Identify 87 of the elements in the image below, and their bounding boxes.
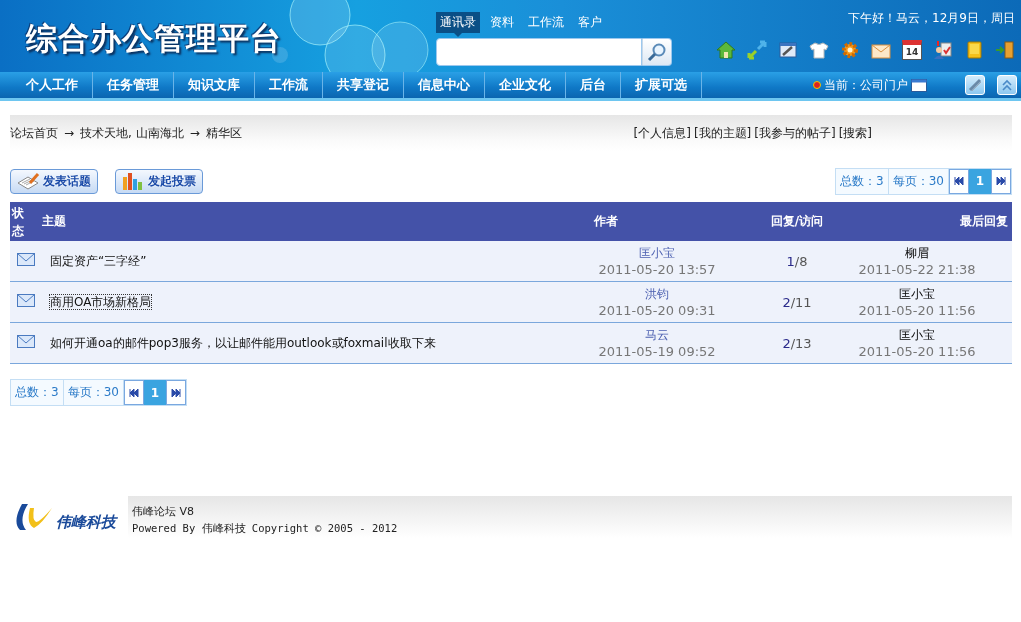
pen-icon <box>968 78 982 92</box>
topic-title-link[interactable]: 固定资产“三字经” <box>50 253 147 268</box>
forum-link[interactable]: [搜索] <box>838 124 872 142</box>
double-chevron-up-icon <box>1000 78 1014 92</box>
calendar-icon[interactable]: 14 <box>902 40 922 60</box>
nav-item[interactable]: 企业文化 <box>485 72 566 98</box>
topic-title-link[interactable]: 商用OA市场新格局 <box>50 294 152 309</box>
breadcrumb-link[interactable]: 精华区 <box>205 124 242 142</box>
app-title: 综合办公管理平台 <box>26 19 282 58</box>
shirt-icon[interactable] <box>809 40 829 60</box>
column-header: 作者 <box>594 214 618 228</box>
author-link[interactable]: 马云 <box>645 328 669 341</box>
exit-door-icon[interactable] <box>995 40 1015 60</box>
reply-count: 1 <box>786 253 795 269</box>
search-icon <box>647 42 667 62</box>
column-header: 最后回复 <box>960 214 1008 228</box>
first-page-icon <box>128 388 139 397</box>
author-link[interactable]: 匡小宝 <box>639 246 675 259</box>
first-page-icon <box>954 177 964 185</box>
last-reply-author: 柳眉 <box>905 246 929 259</box>
collapse-button[interactable] <box>997 75 1017 95</box>
nav-item[interactable]: 任务管理 <box>93 72 174 98</box>
wrench-window-icon[interactable] <box>778 40 798 60</box>
user-document-icon[interactable] <box>933 40 953 60</box>
last-reply-time: 2011-05-22 21:38 <box>858 262 976 276</box>
post-time: 2011-05-20 09:31 <box>598 303 716 317</box>
forum-link[interactable]: [我参与的帖子] <box>754 124 836 142</box>
first-page-button[interactable] <box>123 380 144 405</box>
greeting-text: 下午好！马云，12月9日，周日 <box>848 10 1015 27</box>
nav-item[interactable]: 个人工作 <box>12 72 93 98</box>
last-reply-time: 2011-05-20 11:56 <box>858 303 976 317</box>
visit-count: /11 <box>790 294 812 310</box>
visit-count: /8 <box>794 253 808 269</box>
new-topic-button[interactable]: 发表话题 <box>10 168 98 194</box>
search-button[interactable] <box>642 38 672 66</box>
total-count: 总数：3 <box>836 168 889 194</box>
nav-item[interactable]: 后台 <box>566 72 621 98</box>
current-portal-link[interactable]: 当前：公司门户 <box>824 76 908 94</box>
start-poll-button[interactable]: 发起投票 <box>115 168 203 194</box>
window-icon[interactable] <box>911 78 927 92</box>
home-icon[interactable] <box>716 40 736 60</box>
last-reply-author: 匡小宝 <box>899 287 935 300</box>
gear-icon[interactable] <box>840 40 860 60</box>
search-tab[interactable]: 资料 <box>486 12 518 33</box>
column-header: 主题 <box>42 214 66 228</box>
post-time: 2011-05-19 09:52 <box>598 344 716 358</box>
forum-version: 伟峰论坛 V8 <box>132 504 196 519</box>
copyright-text: Powered By 伟峰科技 Copyright © 2005 - 2012 <box>132 522 398 536</box>
total-count: 总数：3 <box>11 380 64 405</box>
envelope-icon <box>17 253 35 266</box>
last-page-icon <box>996 177 1006 185</box>
book-icon[interactable] <box>964 40 984 60</box>
breadcrumb-link[interactable]: 论坛首页 <box>10 124 58 142</box>
nav-item[interactable]: 信息中心 <box>404 72 485 98</box>
column-header: 回复/访问 <box>770 214 824 228</box>
last-page-button[interactable] <box>165 380 186 405</box>
page-size: 每页：30 <box>63 380 124 405</box>
nav-item[interactable]: 工作流 <box>255 72 323 98</box>
arrows-icon[interactable] <box>747 40 767 60</box>
first-page-button[interactable] <box>949 168 969 194</box>
dot-icon <box>813 81 821 89</box>
breadcrumb-separator: → <box>64 126 75 140</box>
nav-item[interactable]: 知识文库 <box>174 72 255 98</box>
column-header: 状态 <box>12 204 24 240</box>
search-tab[interactable]: 客户 <box>574 12 606 33</box>
envelope-icon <box>17 294 35 307</box>
forum-link[interactable]: [我的主题] <box>693 124 752 142</box>
reply-count: 2 <box>782 335 791 351</box>
search-field[interactable] <box>436 38 642 66</box>
pen-button[interactable] <box>965 75 985 95</box>
breadcrumb-link[interactable]: 技术天地, 山南海北 <box>80 124 184 142</box>
last-page-button[interactable] <box>991 168 1011 194</box>
breadcrumb-separator: → <box>189 126 200 140</box>
last-reply-author: 匡小宝 <box>899 328 935 341</box>
notepad-pencil-icon <box>16 171 40 191</box>
author-link[interactable]: 洪钧 <box>645 287 669 300</box>
search-tab[interactable]: 工作流 <box>524 12 568 33</box>
visit-count: /13 <box>790 335 812 351</box>
bar-chart-icon <box>121 171 145 191</box>
envelope-icon <box>17 335 35 348</box>
nav-item[interactable]: 共享登记 <box>323 72 404 98</box>
forum-link[interactable]: [个人信息] <box>633 124 691 142</box>
nav-item[interactable]: 扩展可选 <box>621 72 702 98</box>
last-page-icon <box>170 388 181 397</box>
reply-count: 2 <box>782 294 791 310</box>
post-time: 2011-05-20 13:57 <box>598 262 716 276</box>
last-reply-time: 2011-05-20 11:56 <box>858 344 976 358</box>
